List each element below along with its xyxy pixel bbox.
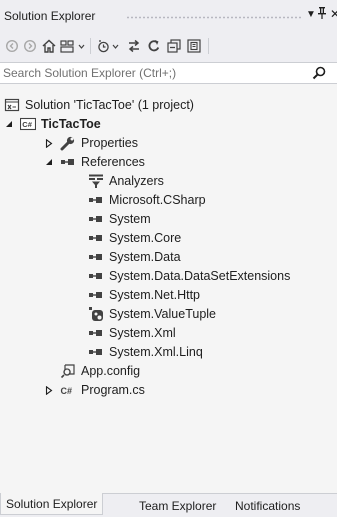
tree-item-properties[interactable]: Properties	[60, 133, 138, 152]
reference-icon	[88, 249, 104, 265]
forward-icon	[24, 40, 36, 52]
collapse-references-icon[interactable]	[44, 157, 54, 167]
tree-item-reference[interactable]: System.ValueTuple	[88, 304, 216, 323]
wrench-icon	[60, 135, 76, 151]
sync-button[interactable]	[126, 37, 142, 55]
svg-text:C#: C#	[22, 120, 32, 129]
back-button[interactable]	[4, 37, 20, 55]
expand-properties-icon[interactable]	[44, 138, 54, 148]
expand-program-icon[interactable]	[44, 385, 54, 395]
sync-icon	[128, 39, 140, 53]
show-all-files-button[interactable]	[186, 37, 202, 55]
tool-window-tabs: Solution Explorer Team Explorer Notifica…	[0, 493, 337, 517]
reference-label: System.Net.Http	[109, 287, 200, 302]
reference-label: System.ValueTuple	[109, 306, 216, 321]
reference-icon	[88, 344, 104, 360]
back-icon	[6, 40, 18, 52]
reference-icon	[88, 211, 104, 227]
tree-item-program[interactable]: C# Program.cs	[60, 380, 145, 399]
collapse-project-icon[interactable]	[4, 119, 14, 129]
refresh-button[interactable]	[146, 37, 162, 55]
toolbar-separator	[90, 38, 91, 54]
tree-item-reference[interactable]: System.Net.Http	[88, 285, 200, 304]
title-grip[interactable]	[126, 16, 303, 19]
collapse-all-button[interactable]	[166, 37, 182, 55]
references-label: References	[81, 154, 145, 169]
analyzers-icon	[88, 173, 104, 189]
search-icon[interactable]	[312, 66, 326, 83]
csharp-file-icon: C#	[60, 382, 76, 398]
home-icon	[42, 39, 56, 53]
search-input[interactable]	[3, 65, 303, 81]
properties-label: Properties	[81, 135, 138, 150]
window-position-dropdown-icon[interactable]: ▼	[306, 9, 316, 20]
reference-icon	[88, 325, 104, 341]
tree-item-reference[interactable]: Analyzers	[88, 171, 164, 190]
reference-icon	[88, 230, 104, 246]
reference-label: System.Core	[109, 230, 182, 245]
tree-item-project[interactable]: C# TicTacToe	[20, 114, 101, 133]
refresh-icon	[148, 40, 160, 52]
program-label: Program.cs	[81, 382, 145, 397]
svg-text:C#: C#	[61, 386, 73, 396]
tree-item-reference[interactable]: System	[88, 209, 151, 228]
search-box	[0, 62, 337, 84]
forward-button[interactable]	[22, 37, 38, 55]
reference-label: Microsoft.CSharp	[109, 192, 206, 207]
tab-solution-explorer[interactable]: Solution Explorer	[0, 493, 104, 515]
reference-label: System	[109, 211, 151, 226]
reference-label: System.Xml	[109, 325, 176, 340]
window-title: Solution Explorer	[4, 9, 96, 23]
reference-label: System.Xml.Linq	[109, 344, 203, 359]
toolbar-separator	[208, 38, 209, 54]
pin-icon[interactable]	[318, 7, 326, 22]
nuget-package-icon	[88, 306, 104, 322]
show-all-files-icon	[187, 39, 201, 53]
title-bar: Solution Explorer ▼ ✕	[0, 0, 337, 30]
tree-item-app-config[interactable]: App.config	[60, 361, 140, 380]
reference-label: System.Data.DataSetExtensions	[109, 268, 291, 283]
clock-filter-icon	[98, 40, 119, 53]
reference-icon	[88, 287, 104, 303]
reference-label: System.Data	[109, 249, 181, 264]
toolbar	[0, 30, 337, 62]
switch-views-button[interactable]	[60, 37, 86, 55]
tree-item-reference[interactable]: System.Data	[88, 247, 181, 266]
solution-label: Solution 'TicTacToe' (1 project)	[25, 97, 194, 112]
tree-item-reference[interactable]: Microsoft.CSharp	[88, 190, 206, 209]
collapse-all-icon	[167, 39, 181, 53]
tree-item-references[interactable]: References	[60, 152, 145, 171]
reference-icon	[88, 268, 104, 284]
home-button[interactable]	[40, 37, 58, 55]
app-config-label: App.config	[81, 363, 141, 378]
reference-icon	[88, 192, 104, 208]
pending-changes-filter-button[interactable]	[96, 37, 122, 55]
tab-team-explorer[interactable]: Team Explorer	[134, 496, 221, 515]
tree-item-reference[interactable]: System.Xml	[88, 323, 176, 342]
csharp-project-icon: C#	[20, 116, 36, 132]
close-icon[interactable]: ✕	[330, 7, 337, 21]
reference-label: Analyzers	[109, 173, 164, 188]
tree-item-solution[interactable]: Solution 'TicTacToe' (1 project)	[4, 95, 194, 114]
references-icon	[60, 154, 76, 170]
config-file-icon	[60, 363, 76, 379]
tree-item-reference[interactable]: System.Core	[88, 228, 181, 247]
tab-notifications[interactable]: Notifications	[230, 496, 305, 515]
project-label: TicTacToe	[41, 116, 101, 131]
tree-item-reference[interactable]: System.Xml.Linq	[88, 342, 203, 361]
solution-icon	[4, 97, 20, 113]
switch-views-icon	[60, 40, 85, 53]
tree-item-reference[interactable]: System.Data.DataSetExtensions	[88, 266, 290, 285]
